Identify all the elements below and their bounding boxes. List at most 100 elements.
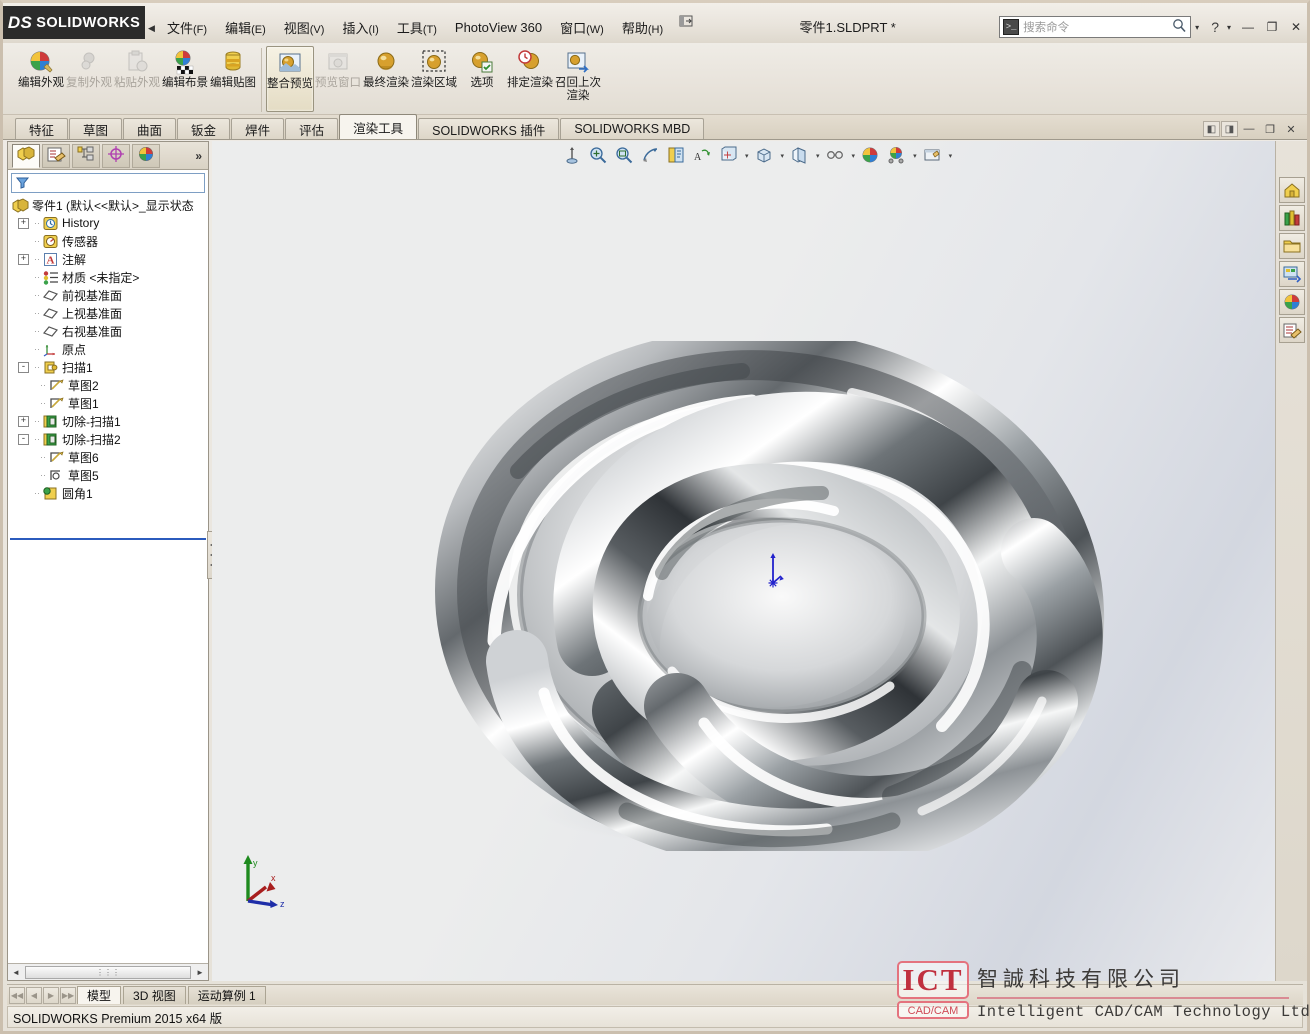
tile-left-icon[interactable]: ◧ xyxy=(1203,121,1220,137)
close-button[interactable]: ✕ xyxy=(1285,17,1307,37)
tree-node-right-plane[interactable]: ·· 右视基准面 xyxy=(8,322,208,340)
close-doc-icon[interactable]: ✕ xyxy=(1281,121,1301,137)
menu-item-edit[interactable]: 编辑(E) xyxy=(216,14,275,41)
custom-properties-icon[interactable] xyxy=(1278,317,1305,343)
view-orientation-icon[interactable] xyxy=(666,145,688,167)
doc-tab-3d-views[interactable]: 3D 视图 xyxy=(123,986,186,1004)
previous-view-icon[interactable]: A xyxy=(692,145,714,167)
view-palette-icon[interactable] xyxy=(1278,261,1305,287)
restore-doc-icon[interactable]: ❐ xyxy=(1260,121,1280,137)
tree-node-sensors[interactable]: ·· 传感器 xyxy=(8,232,208,250)
scene-dropdown-icon[interactable]: ▾ xyxy=(816,152,820,160)
expand-toggle[interactable]: + xyxy=(18,415,29,427)
menu-item-window[interactable]: 窗口(W) xyxy=(551,14,613,41)
section-view-icon[interactable] xyxy=(562,145,584,167)
pin-icon[interactable] xyxy=(676,12,696,30)
scroll-right-arrow[interactable]: ► xyxy=(192,968,208,977)
view-settings-icon[interactable] xyxy=(825,145,847,167)
tree-node-sketch5[interactable]: ·· 草图5 xyxy=(8,466,208,484)
expand-toggle[interactable]: + xyxy=(18,217,29,229)
menu-item-tools[interactable]: 工具(T) xyxy=(388,14,446,41)
doc-tab-motion-study[interactable]: 运动算例 1 xyxy=(187,986,266,1004)
tab-surfaces[interactable]: 曲面 xyxy=(123,118,177,139)
nav-first-button[interactable]: ◀◀ xyxy=(9,986,25,1004)
tree-node-material[interactable]: ·· 材质 <未指定> xyxy=(8,268,208,286)
property-manager-tab[interactable] xyxy=(42,143,70,168)
menu-item-photoview360[interactable]: PhotoView 360 xyxy=(446,16,551,39)
schedule-render-button[interactable]: 排定渲染 xyxy=(506,46,554,112)
file-explorer-icon[interactable] xyxy=(1278,233,1305,259)
tab-sketch[interactable]: 草图 xyxy=(69,118,123,139)
tab-features[interactable]: 特征 xyxy=(15,118,69,139)
rotate-view-icon[interactable] xyxy=(640,145,662,167)
scroll-thumb[interactable]: ⋮⋮⋮ xyxy=(25,965,191,979)
tree-node-front-plane[interactable]: ·· 前视基准面 xyxy=(8,286,208,304)
display-style-dropdown-icon[interactable]: ▾ xyxy=(745,152,749,160)
collapse-toggle[interactable]: - xyxy=(18,433,29,445)
configuration-manager-tab[interactable] xyxy=(72,143,100,168)
tab-solidworks-addins[interactable]: SOLIDWORKS 插件 xyxy=(418,118,560,139)
tile-right-icon[interactable]: ◨ xyxy=(1221,121,1238,137)
nav-last-button[interactable]: ▶▶ xyxy=(60,986,76,1004)
viewport-layout-dropdown-icon[interactable]: ▾ xyxy=(949,152,953,160)
restore-button[interactable]: ❐ xyxy=(1261,17,1283,37)
final-render-button[interactable]: 最终渲染 xyxy=(362,46,410,112)
tree-node-annotations[interactable]: + ·· A 注解 xyxy=(8,250,208,268)
menu-item-file[interactable]: 文件(F) xyxy=(158,14,216,41)
display-style-icon[interactable] xyxy=(718,145,740,167)
edit-decal-button[interactable]: 编辑贴图 xyxy=(209,46,257,112)
copy-appearance-button[interactable]: 复制外观 xyxy=(65,46,113,112)
tab-weldments[interactable]: 焊件 xyxy=(231,118,285,139)
search-icon[interactable] xyxy=(1172,18,1187,36)
paste-appearance-button[interactable]: 粘贴外观 xyxy=(113,46,161,112)
tree-node-top-plane[interactable]: ·· 上视基准面 xyxy=(8,304,208,322)
help-icon[interactable]: ? xyxy=(1209,19,1221,35)
graphics-viewport[interactable]: A ▾ ▾ ▾ ▾ ▾ ▾ y x z xyxy=(212,141,1275,981)
minimize-button[interactable]: — xyxy=(1237,17,1259,37)
hide-show-dropdown-icon[interactable]: ▾ xyxy=(781,152,785,160)
dimxpert-manager-tab[interactable] xyxy=(102,143,130,168)
tree-node-origin[interactable]: ·· 原点 xyxy=(8,340,208,358)
search-input[interactable]: >_ 搜索命令 xyxy=(999,16,1192,38)
display-manager-tab[interactable] xyxy=(132,143,160,168)
tree-filter-bar[interactable] xyxy=(11,173,205,193)
collapse-toggle[interactable]: - xyxy=(18,361,29,373)
apply-scene-icon[interactable] xyxy=(886,145,908,167)
torus-knot-model[interactable] xyxy=(422,341,1112,851)
tree-horizontal-scrollbar[interactable]: ◄ ⋮⋮⋮ ► xyxy=(8,963,208,980)
appearances-scenes-icon[interactable] xyxy=(1278,289,1305,315)
tree-node-cut-sweep1[interactable]: + ·· 切除-扫描1 xyxy=(8,412,208,430)
render-region-button[interactable]: 渲染区域 xyxy=(410,46,458,112)
tree-node-history[interactable]: + ·· History xyxy=(8,214,208,232)
zoom-to-fit-icon[interactable] xyxy=(588,145,610,167)
edit-appearance-button[interactable]: 编辑外观 xyxy=(17,46,65,112)
minimize-doc-icon[interactable]: — xyxy=(1239,121,1259,137)
tree-node-fillet1[interactable]: ·· 圆角1 xyxy=(8,484,208,502)
appearances-icon[interactable] xyxy=(860,145,882,167)
tab-solidworks-mbd[interactable]: SOLIDWORKS MBD xyxy=(560,118,705,139)
options-button[interactable]: 选项 xyxy=(458,46,506,112)
rollback-bar[interactable] xyxy=(10,538,206,540)
help-dropdown-icon[interactable]: ▾ xyxy=(1223,23,1235,32)
menu-collapse-arrow[interactable]: ◀ xyxy=(145,3,158,43)
solidworks-resources-icon[interactable] xyxy=(1278,177,1305,203)
apply-scene-dropdown-icon[interactable]: ▾ xyxy=(913,152,917,160)
view-settings-dropdown-icon[interactable]: ▾ xyxy=(852,152,856,160)
nav-prev-button[interactable]: ◀ xyxy=(26,986,42,1004)
viewport-layout-icon[interactable] xyxy=(922,145,944,167)
menu-item-help[interactable]: 帮助(H) xyxy=(613,14,672,41)
feature-manager-tab[interactable] xyxy=(12,143,40,168)
search-dropdown-icon[interactable]: ▾ xyxy=(1191,23,1203,32)
doc-tab-model[interactable]: 模型 xyxy=(77,986,122,1004)
tree-node-sketch1[interactable]: ·· 草图1 xyxy=(8,394,208,412)
scroll-left-arrow[interactable]: ◄ xyxy=(8,968,24,977)
zoom-to-area-icon[interactable] xyxy=(614,145,636,167)
expand-toggle[interactable]: + xyxy=(18,253,29,265)
tree-node-sketch6[interactable]: ·· 草图6 xyxy=(8,448,208,466)
scene-icon[interactable] xyxy=(789,145,811,167)
recall-last-render-button[interactable]: 召回上次渲染 xyxy=(554,46,602,112)
hide-show-items-icon[interactable] xyxy=(754,145,776,167)
tree-node-part[interactable]: 零件1 (默认<<默认>_显示状态 xyxy=(8,196,208,214)
tab-render-tools[interactable]: 渲染工具 xyxy=(339,114,418,139)
menu-item-insert[interactable]: 插入(I) xyxy=(333,14,387,41)
